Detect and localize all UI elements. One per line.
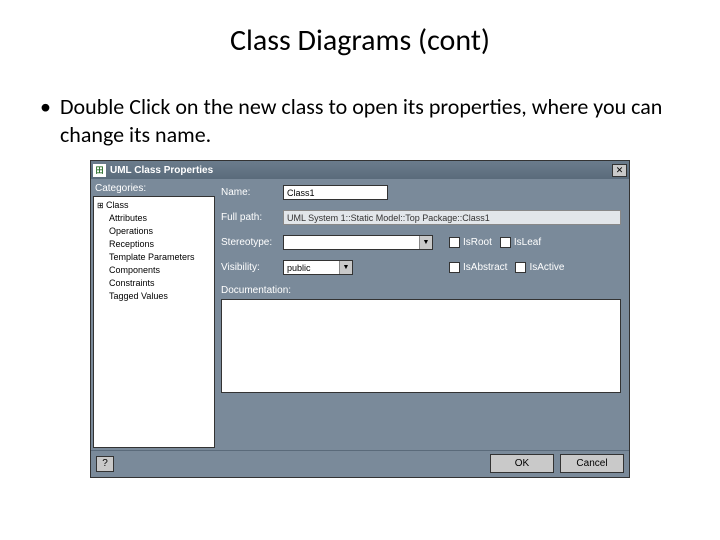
stereotype-label: Stereotype: — [221, 237, 277, 248]
category-item-constraints[interactable]: Constraints — [97, 277, 211, 290]
close-button[interactable]: ✕ — [612, 164, 627, 177]
isroot-label: IsRoot — [463, 237, 492, 248]
stereotype-select[interactable]: ▼ — [283, 235, 433, 250]
name-input[interactable] — [283, 185, 388, 200]
isactive-label: IsActive — [529, 262, 564, 273]
slide-bullet: Double Click on the new class to open it… — [40, 93, 680, 148]
dialog-titlebar: 田 UML Class Properties ✕ — [91, 161, 629, 179]
isleaf-label: IsLeaf — [514, 237, 541, 248]
fullpath-label: Full path: — [221, 212, 277, 223]
dialog-title: UML Class Properties — [110, 165, 612, 176]
category-item-components[interactable]: Components — [97, 264, 211, 277]
visibility-value: public — [284, 263, 339, 273]
categories-label: Categories: — [95, 183, 215, 194]
chevron-down-icon[interactable]: ▼ — [339, 261, 352, 274]
category-item-tagged-values[interactable]: Tagged Values — [97, 290, 211, 303]
documentation-textarea[interactable] — [221, 299, 621, 393]
documentation-label: Documentation: — [221, 285, 621, 296]
ok-button[interactable]: OK — [490, 454, 554, 473]
category-item-receptions[interactable]: Receptions — [97, 238, 211, 251]
category-item-attributes[interactable]: Attributes — [97, 212, 211, 225]
category-item-class[interactable]: Class — [97, 199, 211, 212]
chevron-down-icon[interactable]: ▼ — [419, 236, 432, 249]
cancel-button[interactable]: Cancel — [560, 454, 624, 473]
visibility-label: Visibility: — [221, 262, 277, 273]
fullpath-value: UML System 1::Static Model::Top Package:… — [283, 210, 621, 225]
categories-list[interactable]: Class Attributes Operations Receptions T… — [93, 196, 215, 448]
properties-dialog: 田 UML Class Properties ✕ Categories: Cla… — [90, 160, 630, 478]
help-icon[interactable]: ? — [96, 456, 114, 472]
visibility-select[interactable]: public ▼ — [283, 260, 353, 275]
category-item-template-parameters[interactable]: Template Parameters — [97, 251, 211, 264]
dialog-icon: 田 — [93, 164, 106, 177]
isroot-checkbox[interactable] — [449, 237, 460, 248]
isabstract-checkbox[interactable] — [449, 262, 460, 273]
isabstract-label: IsAbstract — [463, 262, 507, 273]
slide-title: Class Diagrams (cont) — [0, 0, 720, 59]
category-item-operations[interactable]: Operations — [97, 225, 211, 238]
isactive-checkbox[interactable] — [515, 262, 526, 273]
isleaf-checkbox[interactable] — [500, 237, 511, 248]
name-label: Name: — [221, 187, 277, 198]
